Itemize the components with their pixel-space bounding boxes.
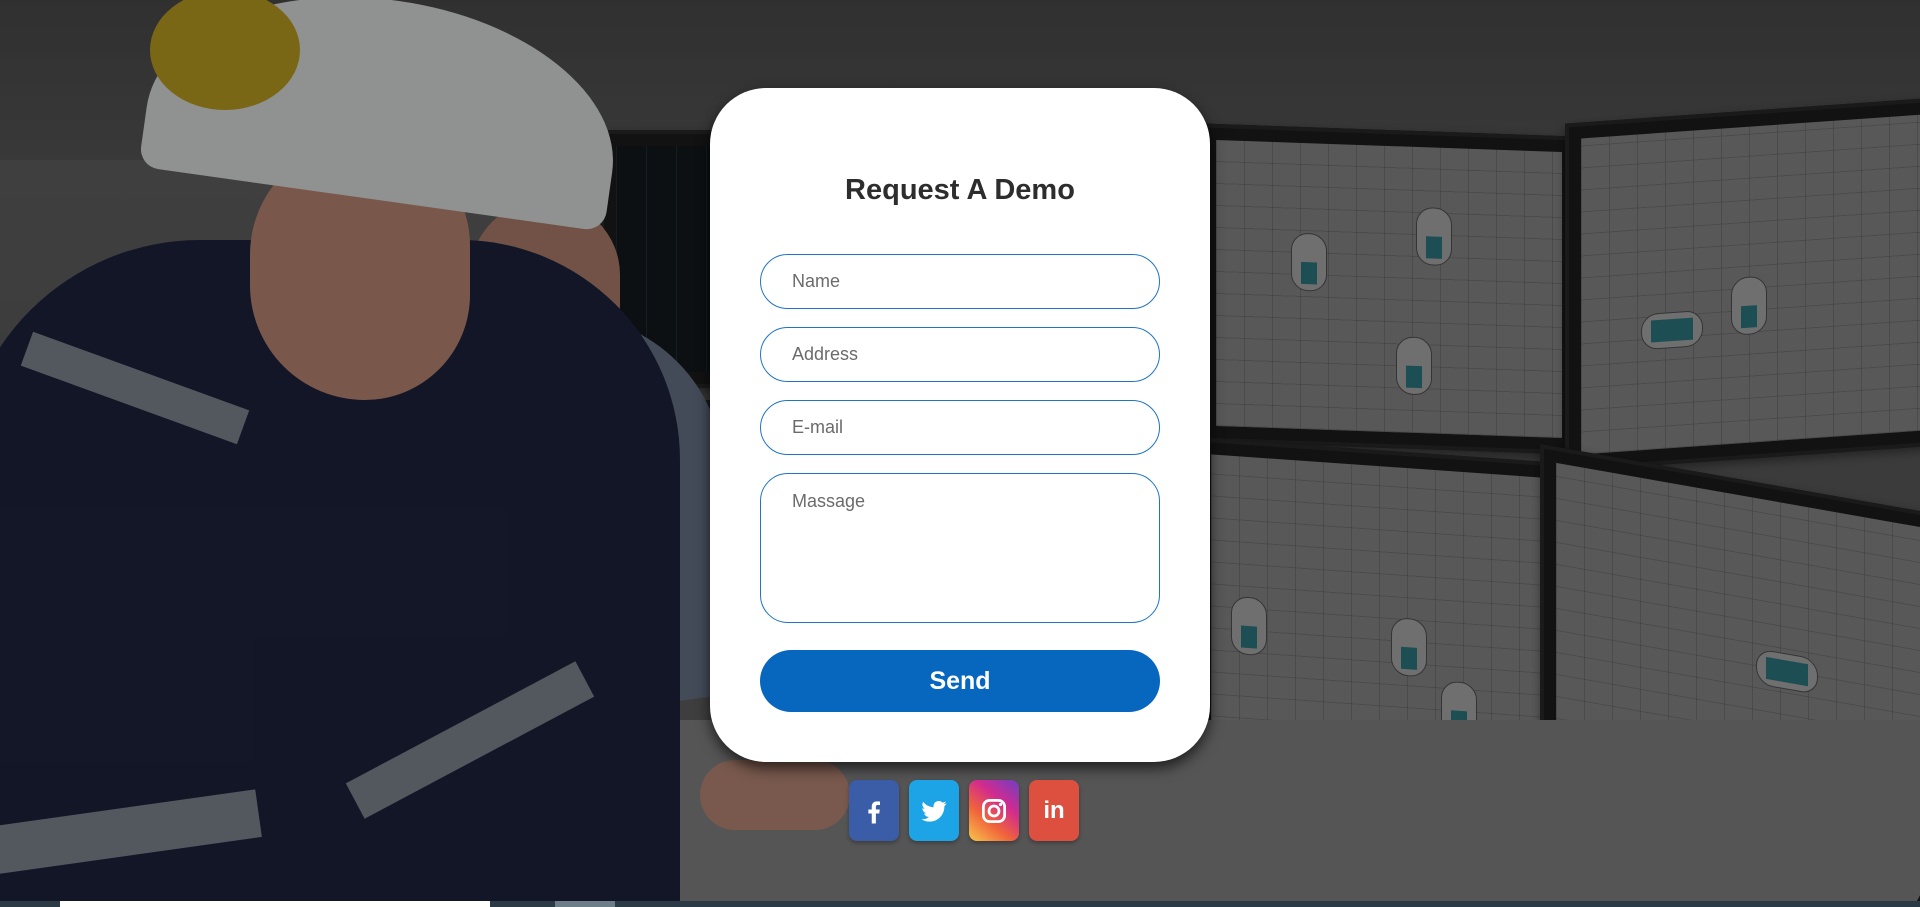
linkedin-icon: in [1043, 796, 1065, 824]
facebook-button[interactable] [849, 780, 899, 841]
linkedin-button[interactable]: in [1029, 780, 1079, 841]
message-textarea[interactable] [760, 473, 1160, 623]
instagram-icon [982, 798, 1006, 823]
send-button[interactable]: Send [760, 650, 1160, 712]
bottom-strip [0, 901, 1920, 907]
address-input[interactable] [760, 327, 1160, 382]
email-input[interactable] [760, 400, 1160, 455]
twitter-button[interactable] [909, 780, 959, 841]
form-title: Request A Demo [845, 174, 1075, 206]
instagram-button[interactable] [969, 780, 1019, 841]
name-input[interactable] [760, 254, 1160, 309]
facebook-icon [868, 800, 880, 823]
request-demo-form: Request A Demo Send [710, 88, 1210, 762]
twitter-icon [921, 800, 947, 822]
